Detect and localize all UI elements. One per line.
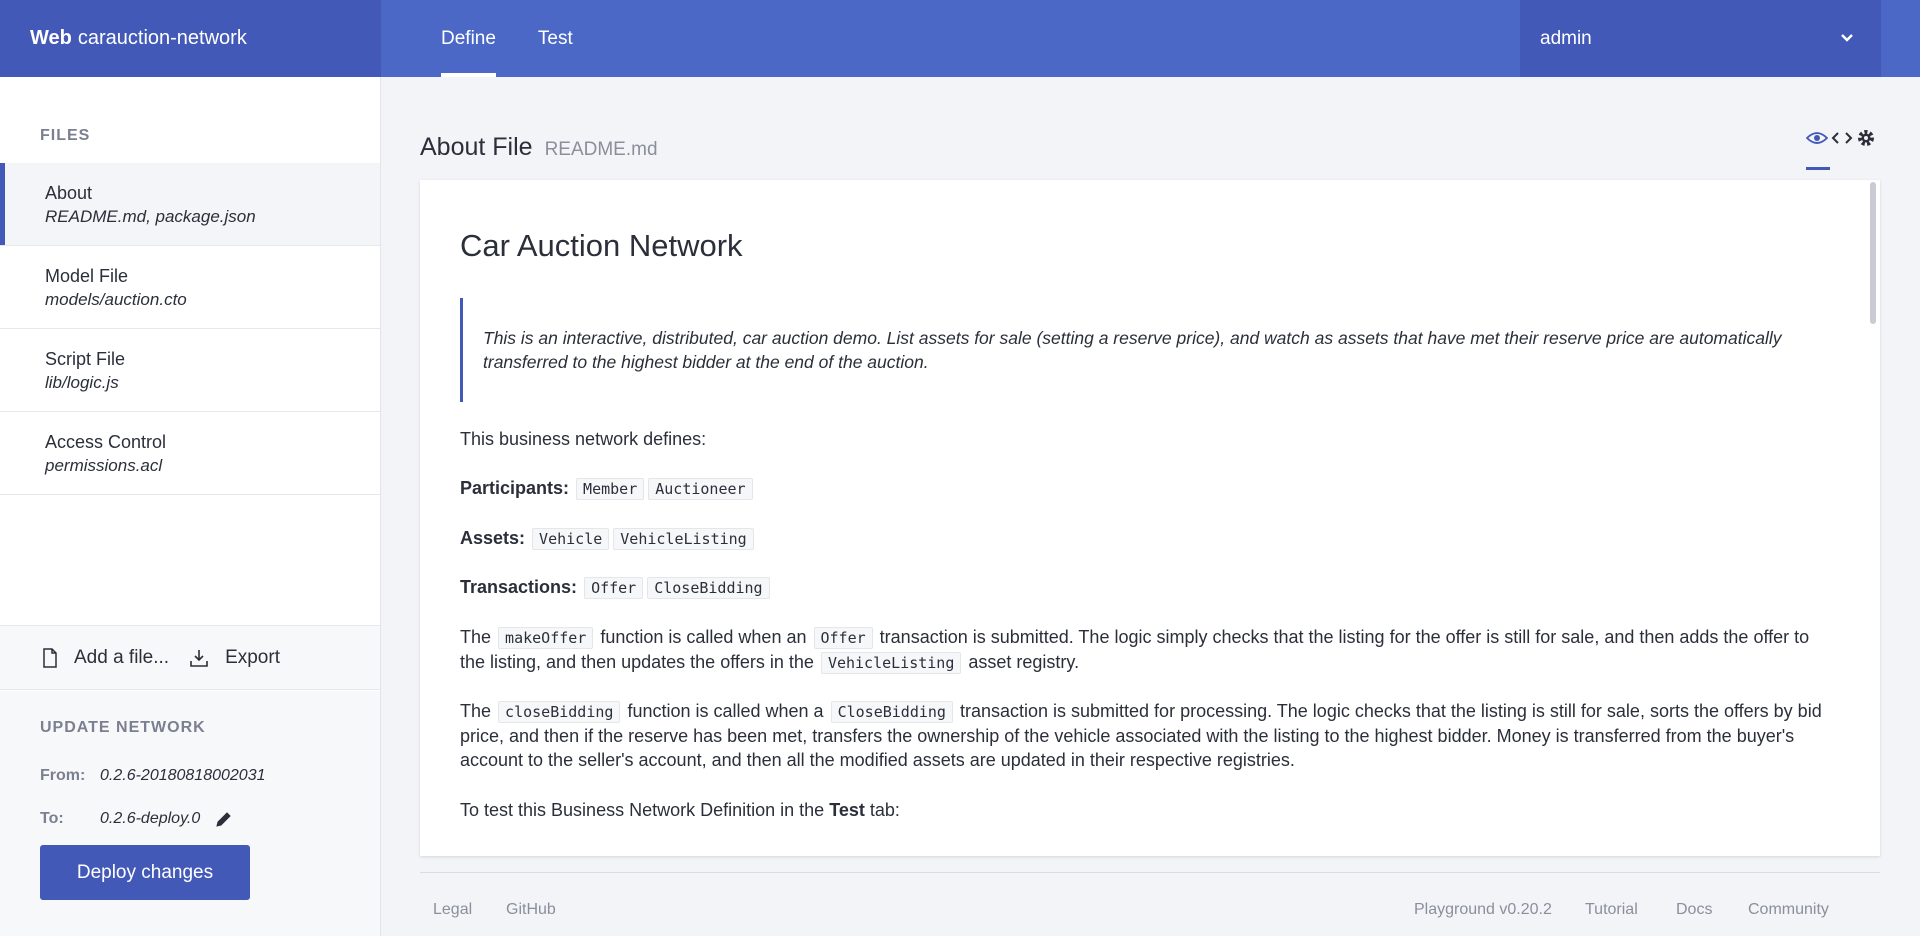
code-tag: Vehicle: [532, 528, 610, 550]
doc-paragraph-make-offer: The makeOffer function is called when an…: [460, 625, 1835, 675]
code-tag: Auctioneer: [648, 478, 753, 500]
doc-blockquote: This is an interactive, distributed, car…: [460, 298, 1835, 402]
version-link[interactable]: Playground v0.20.2: [1414, 901, 1552, 919]
file-path: permissions.acl: [45, 456, 163, 475]
user-name: admin: [1540, 27, 1592, 49]
tutorial-link[interactable]: Tutorial: [1585, 901, 1638, 919]
view-mode-indicator: [1806, 167, 1830, 170]
file-list: About README.md, package.json Model File…: [0, 163, 380, 495]
page-filename: README.md: [544, 139, 658, 160]
download-icon: [190, 649, 208, 667]
brand-name: carauction-network: [77, 27, 247, 49]
code-tag: VehicleListing: [613, 528, 754, 550]
code-icon: [1831, 132, 1853, 144]
assets-label: Assets:: [460, 528, 526, 548]
community-link[interactable]: Community: [1748, 901, 1829, 919]
user-dropdown[interactable]: admin: [1520, 0, 1881, 77]
from-label: From:: [40, 767, 86, 784]
text: tab:: [869, 800, 900, 820]
code-tag: VehicleListing: [820, 652, 962, 674]
eye-icon: [1806, 132, 1828, 144]
text: The: [460, 627, 492, 647]
doc-title: Car Auction Network: [460, 228, 743, 263]
docs-link[interactable]: Docs: [1676, 901, 1712, 919]
file-icon: [43, 647, 57, 668]
assets-line: Assets: Vehicle VehicleListing: [460, 526, 1835, 551]
text: The: [460, 701, 492, 721]
code-tag: Offer: [813, 627, 873, 649]
file-title: Model File: [45, 266, 129, 286]
to-label: To:: [40, 810, 64, 827]
page-title: About File README.md: [420, 133, 658, 162]
from-value: 0.2.6-20180818002031: [100, 767, 266, 784]
to-row: To: 0.2.6-deploy.0: [40, 809, 234, 829]
bold-text: Test: [829, 800, 865, 820]
deploy-changes-button[interactable]: Deploy changes: [40, 845, 250, 900]
readme-preview: Car Auction Network This is an interacti…: [420, 180, 1880, 856]
scrollbar-thumb[interactable]: [1870, 182, 1876, 324]
file-item-script[interactable]: Script File lib/logic.js: [0, 329, 380, 412]
files-heading: FILES: [40, 127, 91, 144]
add-file-button[interactable]: Add a file...: [42, 647, 169, 669]
code-tag: CloseBidding: [830, 701, 953, 723]
file-path: lib/logic.js: [45, 373, 119, 392]
file-item-about[interactable]: About README.md, package.json: [0, 163, 380, 246]
chevron-down-icon: [1841, 34, 1853, 42]
file-item-acl[interactable]: Access Control permissions.acl: [0, 412, 380, 495]
participants-line: Participants: Member Auctioneer: [460, 476, 1835, 501]
code-tag: closeBidding: [498, 701, 621, 723]
transactions-line: Transactions: Offer CloseBidding: [460, 575, 1835, 600]
code-tag: CloseBidding: [647, 577, 770, 599]
file-title: Script File: [45, 349, 126, 369]
code-tag: Member: [576, 478, 645, 500]
scrollbar[interactable]: [1870, 180, 1876, 856]
text: function is called when a: [627, 701, 824, 721]
file-item-model[interactable]: Model File models/auction.cto: [0, 246, 380, 329]
participants-label: Participants:: [460, 478, 570, 498]
file-actions: Add a file... Export: [0, 625, 380, 690]
tab-define[interactable]: Define: [441, 0, 496, 77]
transactions-label: Transactions:: [460, 577, 578, 597]
file-title: Access Control: [45, 432, 167, 452]
gear-icon: [1858, 130, 1874, 146]
doc-paragraph-close-bidding: The closeBidding function is called when…: [460, 699, 1835, 772]
edit-icon[interactable]: [214, 809, 234, 829]
file-path: models/auction.cto: [45, 290, 187, 309]
footer: Legal GitHub Playground v0.20.2 Tutorial…: [420, 872, 1880, 936]
to-value: 0.2.6-deploy.0: [100, 810, 201, 827]
update-heading: UPDATE NETWORK: [40, 719, 206, 736]
preview-toggle[interactable]: [1806, 131, 1828, 145]
github-link[interactable]: GitHub: [506, 901, 556, 919]
file-path: README.md, package.json: [45, 207, 256, 226]
code-tag: makeOffer: [498, 627, 594, 649]
text: asset registry.: [968, 652, 1080, 672]
nav-tabs: Define Test: [441, 0, 615, 77]
text: To test this Business Network Definition…: [460, 800, 825, 820]
add-file-label: Add a file...: [74, 646, 170, 668]
doc-paragraph-test: To test this Business Network Definition…: [460, 798, 1835, 822]
source-toggle[interactable]: [1831, 131, 1853, 145]
code-tag: Offer: [584, 577, 644, 599]
text: function is called when an: [600, 627, 807, 647]
file-title: About: [45, 183, 93, 203]
sidebar: FILES About README.md, package.json Mode…: [0, 77, 381, 936]
page-title-text: About File: [420, 133, 533, 161]
update-network-panel: UPDATE NETWORK From: 0.2.6-2018081800203…: [0, 691, 380, 936]
from-row: From: 0.2.6-20180818002031: [40, 767, 266, 785]
tab-test[interactable]: Test: [538, 0, 573, 77]
export-label: Export: [225, 646, 280, 668]
brand: Web carauction-network: [0, 0, 381, 77]
view-mode-toolbar: [1806, 128, 1876, 148]
brand-bold: Web: [30, 27, 72, 49]
settings-button[interactable]: [1856, 128, 1876, 148]
top-bar: Web carauction-network Define Test admin: [0, 0, 1920, 77]
legal-link[interactable]: Legal: [433, 901, 472, 919]
export-button[interactable]: Export: [189, 647, 280, 669]
doc-intro: This business network defines:: [460, 429, 707, 449]
